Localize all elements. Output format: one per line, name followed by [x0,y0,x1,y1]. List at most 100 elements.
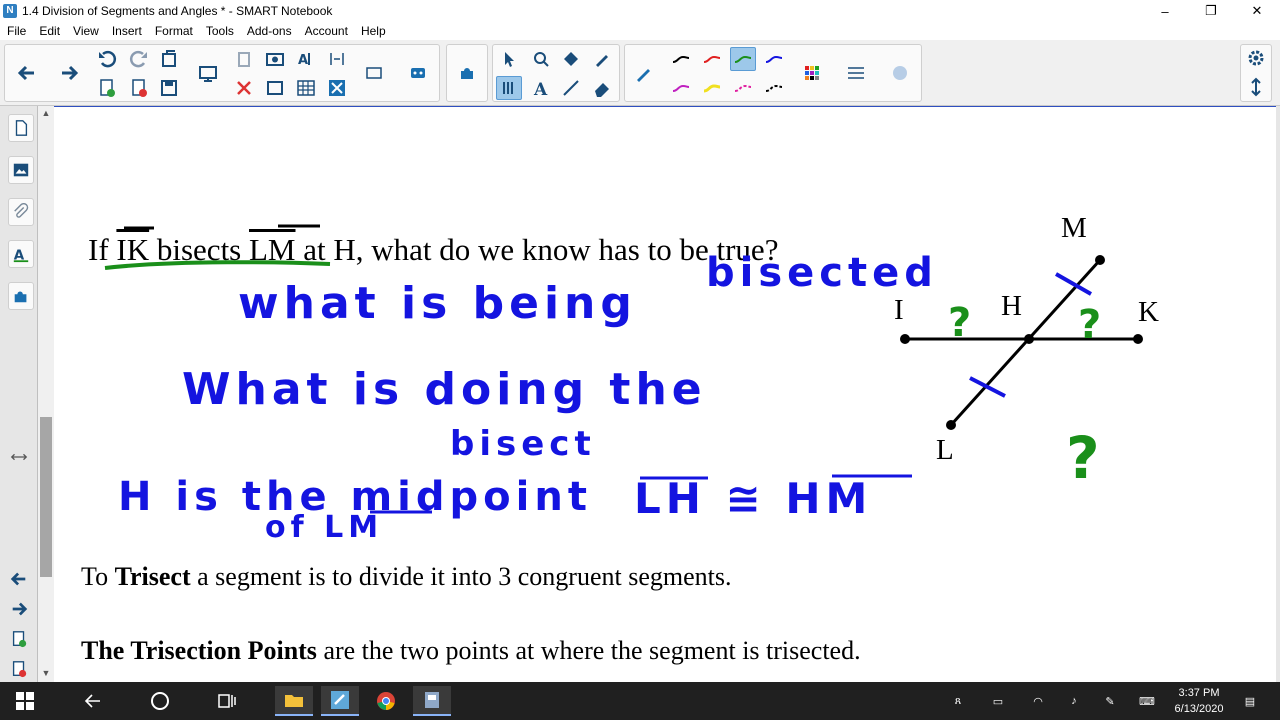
windows-taskbar: ጸ ▭ ◠ ♪ ✎ ⌨ 3:37 PM 6/13/2020 ▤ [0,682,1280,720]
chrome-icon[interactable] [367,686,405,716]
pen-blue-icon[interactable] [761,47,787,71]
line-tool-icon[interactable] [558,76,584,100]
gear-icon[interactable] [1243,46,1269,70]
pen-dashed-magenta-icon[interactable] [730,76,756,100]
menu-file[interactable]: File [0,24,32,38]
sidebar-previous-page-icon[interactable] [8,568,30,590]
ink-bisected[interactable]: bisected [706,250,938,296]
magic-pen-icon[interactable] [589,47,615,71]
pen-type-icon[interactable] [631,61,657,85]
question-part-1: If [88,232,117,267]
notification-icon[interactable]: ▤ [1236,682,1264,720]
menu-addons[interactable]: Add-ons [240,24,298,38]
trisect-definition[interactable]: To Trisect a segment is to divide it int… [81,562,731,592]
wifi-icon[interactable]: ◠ [1026,682,1050,720]
back-arrow-icon[interactable] [74,686,112,716]
menu-help[interactable]: Help [354,24,392,38]
undo-icon[interactable] [94,47,120,71]
menu-tools[interactable]: Tools [199,24,240,38]
ink-of-lm[interactable]: of LM [265,510,383,545]
pen-yellow-icon[interactable] [699,76,725,100]
ink-bisect[interactable]: bisect [450,424,596,464]
vertical-scrollbar[interactable]: ▲ ▼ [38,106,54,682]
sidebar-delete-page-icon[interactable] [8,658,30,680]
trisect-part-2: a segment is to divide it into 3 congrue… [190,562,732,591]
ink-lh-congruent-hm[interactable]: LH ≅ HM [634,474,872,523]
attachments-icon[interactable] [8,198,34,226]
pen-black-icon[interactable] [668,47,694,71]
fill-tool-icon[interactable] [558,47,584,71]
text-icon[interactable] [324,47,350,71]
scroll-down-icon[interactable]: ▼ [40,668,52,680]
windows-start-icon[interactable] [6,686,44,716]
battery-icon[interactable]: ▭ [986,682,1010,720]
display-toggle-icon[interactable] [361,61,387,85]
ink-question-mark-right[interactable]: ? [1078,302,1106,348]
text-tool-icon[interactable]: A [528,76,554,100]
table-icon[interactable] [293,76,319,100]
ink-what-is-doing-the[interactable]: What is doing the [182,364,707,415]
select-tool-icon[interactable] [496,47,522,71]
sidebar-add-page-icon[interactable] [8,628,30,650]
task-view-icon[interactable] [208,686,246,716]
scroll-thumb[interactable] [40,417,52,577]
delete-page-icon[interactable] [126,76,152,100]
document-camera-icon[interactable] [324,76,350,100]
delete-icon[interactable] [231,76,257,100]
ink-question-mark-left[interactable]: ? [948,300,976,346]
shape-pen-icon[interactable] [528,47,554,71]
open-file-icon[interactable] [156,47,182,71]
next-page-icon[interactable] [56,61,82,85]
pen-red-icon[interactable] [699,47,725,71]
properties-icon[interactable]: A [8,240,34,268]
fill-effects-icon[interactable] [887,61,913,85]
trisection-points-definition[interactable]: The Trisection Points are the two points… [81,636,861,666]
restore-button[interactable]: ❐ [1188,0,1234,22]
menu-account[interactable]: Account [298,24,354,38]
add-ons-tab-icon[interactable] [8,282,34,310]
add-page-icon[interactable] [94,76,120,100]
response-icon[interactable] [405,61,431,85]
menu-insert[interactable]: Insert [105,24,148,38]
color-palette-icon[interactable] [799,61,825,85]
line-style-icon[interactable] [843,61,869,85]
eraser-icon[interactable] [589,76,615,100]
screen-capture-icon[interactable] [262,47,288,71]
taskbar-clock[interactable]: 3:37 PM 6/13/2020 [1168,685,1230,717]
file-explorer-icon[interactable] [275,686,313,716]
minimize-button[interactable]: – [1142,0,1188,22]
page-sorter-icon[interactable] [8,114,34,142]
volume-icon[interactable]: ♪ [1062,682,1086,720]
screen-shade-icon[interactable] [195,61,221,85]
add-ons-icon[interactable] [454,61,480,85]
pen-dashed-black-icon[interactable] [761,76,787,100]
menu-format[interactable]: Format [148,24,199,38]
paste-icon[interactable] [231,47,257,71]
app-icon[interactable] [413,686,451,716]
sidebar-next-page-icon[interactable] [8,598,30,620]
previous-page-icon[interactable] [14,61,40,85]
full-screen-icon[interactable] [262,76,288,100]
smart-notebook-taskbar-icon[interactable] [321,686,359,716]
pen-workspace-icon[interactable]: ✎ [1098,682,1122,720]
keyboard-icon[interactable]: ⌨ [1134,682,1160,720]
move-toolbar-icon[interactable] [1243,75,1269,99]
redo-icon[interactable] [126,47,152,71]
pen-magenta-icon[interactable] [668,76,694,100]
menu-view[interactable]: View [66,24,105,38]
svg-text:A: A [533,80,548,98]
cortana-icon[interactable] [141,686,179,716]
resize-sidebar-icon[interactable] [8,446,30,468]
close-button[interactable]: ✕ [1234,0,1280,22]
gallery-icon[interactable] [8,156,34,184]
spell-check-icon[interactable]: A [293,47,319,71]
people-icon[interactable]: ጸ [944,682,972,720]
pen-tool-icon[interactable] [496,76,522,100]
pen-green-icon[interactable] [730,47,756,71]
ink-question-mark-large[interactable]: ? [1066,424,1105,492]
ink-what-is-being[interactable]: what is being [238,278,637,329]
menu-edit[interactable]: Edit [32,24,66,38]
scroll-up-icon[interactable]: ▲ [40,108,52,120]
save-icon[interactable] [156,76,182,100]
clock-date: 6/13/2020 [1174,703,1224,715]
